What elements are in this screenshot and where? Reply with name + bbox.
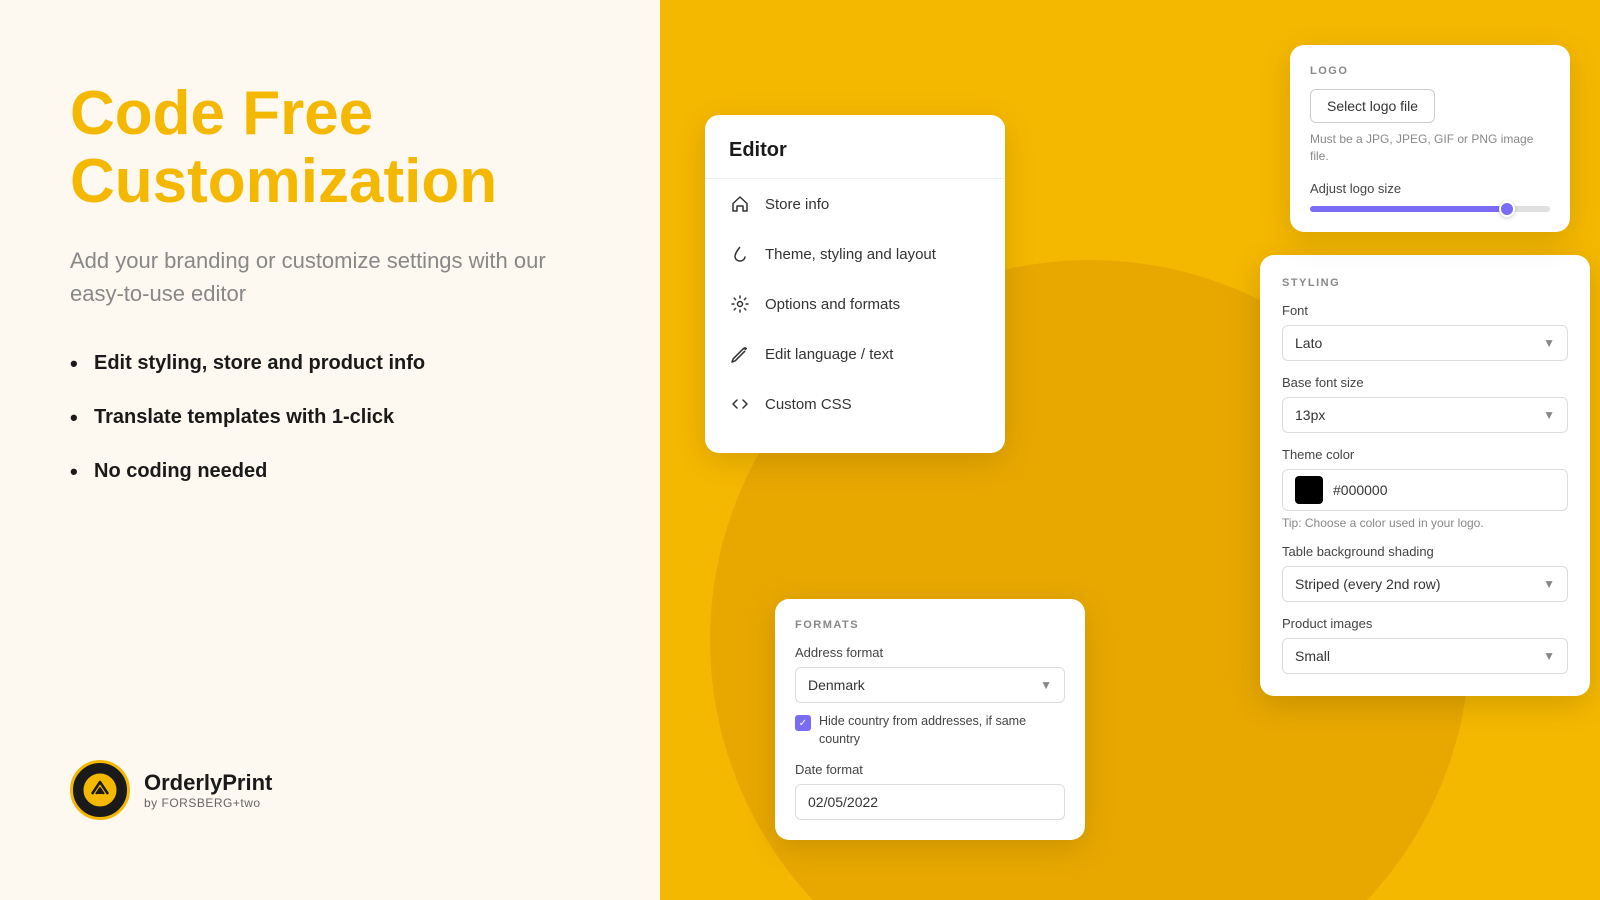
gear-icon	[729, 293, 751, 315]
styling-card: STYLING Font Lato ▼ Base font size 13px …	[1260, 255, 1590, 696]
hide-country-checkbox[interactable]	[795, 715, 811, 731]
color-swatch	[1295, 476, 1323, 504]
bullet-list: Edit styling, store and product info Tra…	[70, 350, 590, 484]
bg-shading-label: Table background shading	[1282, 544, 1568, 559]
product-images-arrow: ▼	[1543, 649, 1555, 663]
editor-card: Editor Store info Theme, styling and lay…	[705, 115, 1005, 453]
date-format-label: Date format	[795, 762, 1065, 777]
editor-title: Editor	[705, 139, 1005, 179]
brand-text-block: OrderlyPrint by FORSBERG+two	[144, 770, 272, 810]
slider-fill	[1310, 206, 1507, 212]
logo-size-slider[interactable]	[1310, 206, 1550, 212]
left-content: Code Free Customization Add your brandin…	[70, 80, 590, 512]
pencil-icon	[729, 343, 751, 365]
color-tip: Tip: Choose a color used in your logo.	[1282, 516, 1568, 530]
color-hex-value: #000000	[1333, 482, 1388, 498]
adjust-logo-label: Adjust logo size	[1310, 181, 1550, 196]
language-label: Edit language / text	[765, 346, 893, 363]
logo-hint-text: Must be a JPG, JPEG, GIF or PNG image fi…	[1310, 131, 1550, 165]
editor-menu-options[interactable]: Options and formats	[705, 279, 1005, 329]
theme-color-label: Theme color	[1282, 447, 1568, 462]
code-icon	[729, 393, 751, 415]
drop-icon	[729, 243, 751, 265]
bullet-item-3: No coding needed	[70, 458, 510, 484]
bg-shading-select[interactable]: Striped (every 2nd row) ▼	[1282, 566, 1568, 602]
left-panel: Code Free Customization Add your brandin…	[0, 0, 660, 900]
product-images-label: Product images	[1282, 616, 1568, 631]
address-format-label: Address format	[795, 645, 1065, 660]
formats-card: FORMATS Address format Denmark ▼ Hide co…	[775, 599, 1085, 840]
editor-menu-language[interactable]: Edit language / text	[705, 329, 1005, 379]
font-size-select[interactable]: 13px ▼	[1282, 397, 1568, 433]
right-panel: Editor Store info Theme, styling and lay…	[660, 0, 1600, 900]
brand-name: OrderlyPrint	[144, 770, 272, 796]
editor-menu-css[interactable]: Custom CSS	[705, 379, 1005, 429]
editor-menu-theme[interactable]: Theme, styling and layout	[705, 229, 1005, 279]
bullet-item-1: Edit styling, store and product info	[70, 350, 510, 376]
font-select[interactable]: Lato ▼	[1282, 325, 1568, 361]
bullet-item-2: Translate templates with 1-click	[70, 404, 510, 430]
slider-thumb	[1499, 201, 1515, 217]
hide-country-text: Hide country from addresses, if same cou…	[819, 713, 1065, 748]
hide-country-row[interactable]: Hide country from addresses, if same cou…	[795, 713, 1065, 748]
brand-logo-icon	[70, 760, 130, 820]
subtext: Add your branding or customize settings …	[70, 244, 590, 310]
font-select-arrow: ▼	[1543, 336, 1555, 350]
theme-label: Theme, styling and layout	[765, 246, 936, 263]
theme-color-field[interactable]: #000000	[1282, 469, 1568, 511]
css-label: Custom CSS	[765, 396, 852, 413]
headline: Code Free Customization	[70, 80, 590, 216]
brand-sub: by FORSBERG+two	[144, 796, 272, 810]
logo-card: LOGO Select logo file Must be a JPG, JPE…	[1290, 45, 1570, 232]
select-logo-button[interactable]: Select logo file	[1310, 89, 1435, 123]
brand-logo-area: OrderlyPrint by FORSBERG+two	[70, 760, 590, 820]
home-icon	[729, 193, 751, 215]
styling-section-label: STYLING	[1282, 277, 1568, 289]
options-label: Options and formats	[765, 296, 900, 313]
store-info-label: Store info	[765, 196, 829, 213]
product-images-select[interactable]: Small ▼	[1282, 638, 1568, 674]
address-format-select[interactable]: Denmark ▼	[795, 667, 1065, 703]
font-label: Font	[1282, 303, 1568, 318]
logo-section-label: LOGO	[1310, 65, 1550, 77]
bg-shading-arrow: ▼	[1543, 577, 1555, 591]
editor-menu-store-info[interactable]: Store info	[705, 179, 1005, 229]
date-format-input[interactable]: 02/05/2022	[795, 784, 1065, 820]
address-format-arrow: ▼	[1040, 678, 1052, 692]
formats-section-label: FORMATS	[795, 619, 1065, 631]
font-size-label: Base font size	[1282, 375, 1568, 390]
font-size-arrow: ▼	[1543, 408, 1555, 422]
